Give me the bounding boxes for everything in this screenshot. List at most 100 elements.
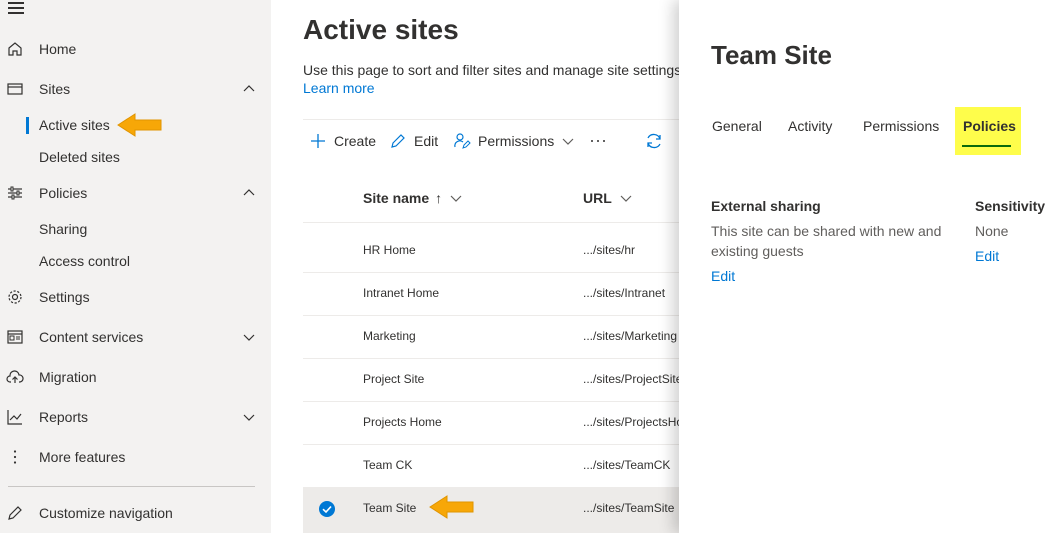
nav-item-label: Reports	[39, 409, 89, 425]
site-name-cell: HR Home	[363, 243, 416, 257]
nav-item-label: Policies	[39, 185, 88, 201]
nav-item-content-services[interactable]: Content services	[0, 321, 271, 353]
sensitivity-value: None	[975, 223, 1009, 239]
url-header-label: URL	[583, 190, 612, 206]
site-name-cell: Team CK	[363, 458, 413, 472]
policies-sliders-icon	[8, 186, 22, 200]
url-cell: .../sites/TeamCK	[583, 458, 671, 472]
nav-item-label: Content services	[39, 329, 144, 345]
learn-more-link[interactable]: Learn more	[303, 80, 375, 96]
annotation-arrow-icon	[117, 113, 162, 137]
site-name-header-label: Site name	[363, 190, 430, 206]
site-name-cell: Projects Home	[363, 415, 442, 429]
tab-activity[interactable]: Activity	[788, 118, 832, 134]
nav-item-label: Sharing	[39, 221, 88, 237]
pencil-icon	[8, 506, 22, 520]
nav-item-label: Access control	[39, 253, 131, 269]
table-row-selected[interactable]: Team Site .../sites/TeamSite	[303, 488, 679, 533]
nav-item-sites[interactable]: Sites	[0, 73, 271, 105]
tab-policies[interactable]: Policies	[963, 118, 1016, 134]
url-cell: .../sites/Intranet	[583, 286, 666, 300]
tab-general[interactable]: General	[712, 118, 762, 134]
page-title: Active sites	[303, 14, 459, 45]
header-divider	[303, 222, 679, 223]
hamburger-menu-icon[interactable]	[8, 2, 24, 14]
nav-item-migration[interactable]: Migration	[0, 361, 271, 393]
pencil-icon	[391, 134, 405, 148]
more-horizontal-icon	[591, 140, 605, 142]
table-row[interactable]: Projects Home .../sites/ProjectsHo	[303, 402, 679, 445]
active-indicator	[26, 117, 29, 134]
content-services-icon	[7, 330, 23, 344]
person-edit-icon	[454, 133, 471, 149]
site-name-cell: Intranet Home	[363, 286, 440, 300]
nav-item-label: Sites	[39, 81, 71, 97]
nav-item-more-features[interactable]: More features	[0, 441, 271, 473]
page-description: Use this page to sort and filter sites a…	[303, 62, 679, 78]
nav-item-label: Home	[39, 41, 77, 57]
more-options-button[interactable]	[589, 128, 607, 154]
table-row[interactable]: Intranet Home .../sites/Intranet	[303, 273, 679, 316]
main-content: Active sites Use this page to sort and f…	[271, 0, 679, 533]
left-navigation: Home Sites Active sites Deleted sites Po…	[0, 0, 271, 533]
table-row[interactable]: HR Home .../sites/hr	[303, 230, 679, 273]
gear-icon	[8, 290, 22, 304]
nav-item-policies[interactable]: Policies	[0, 177, 271, 209]
annotation-arrow-icon	[429, 495, 474, 519]
nav-item-home[interactable]: Home	[0, 33, 271, 65]
tab-permissions[interactable]: Permissions	[863, 118, 939, 134]
table-row[interactable]: Project Site .../sites/ProjectSite	[303, 359, 679, 402]
nav-item-label: More features	[39, 449, 126, 465]
site-details-panel: Team Site General Activity Permissions P…	[679, 0, 1060, 533]
permissions-label: Permissions	[478, 133, 555, 149]
refresh-icon	[647, 133, 661, 149]
home-icon	[8, 42, 22, 56]
external-sharing-edit-link[interactable]: Edit	[711, 268, 735, 284]
table-row[interactable]: Team CK .../sites/TeamCK	[303, 445, 679, 488]
chart-line-icon	[7, 410, 22, 425]
nav-item-customize-navigation[interactable]: Customize navigation	[0, 497, 271, 529]
nav-item-label: Migration	[39, 369, 97, 385]
refresh-button[interactable]	[644, 128, 664, 154]
more-vertical-icon	[13, 450, 17, 464]
nav-item-access-control[interactable]: Access control	[0, 245, 271, 277]
chevron-down-icon[interactable]	[243, 411, 255, 423]
site-name-cell: Team Site	[363, 501, 417, 515]
permissions-button[interactable]: Permissions	[453, 128, 574, 154]
column-header-url[interactable]: URL	[583, 190, 632, 206]
chevron-down-icon[interactable]	[243, 331, 255, 343]
create-button[interactable]: Create	[309, 128, 376, 154]
table-row[interactable]: Marketing .../sites/Marketing	[303, 316, 679, 359]
site-name-cell: Project Site	[363, 372, 425, 386]
nav-item-settings[interactable]: Settings	[0, 281, 271, 313]
nav-item-label: Deleted sites	[39, 149, 120, 165]
url-cell: .../sites/hr	[583, 243, 636, 257]
create-label: Create	[334, 133, 377, 149]
url-cell: .../sites/ProjectSite	[583, 372, 679, 386]
checkmark-circle-icon[interactable]	[318, 500, 336, 518]
nav-item-sharing[interactable]: Sharing	[0, 213, 271, 245]
command-divider	[303, 119, 679, 120]
nav-divider	[8, 486, 255, 487]
nav-item-label: Active sites	[39, 117, 110, 133]
edit-label: Edit	[414, 133, 439, 149]
external-sharing-heading: External sharing	[711, 198, 821, 214]
column-header-site-name[interactable]: Site name ↑	[363, 190, 462, 206]
chevron-down-icon	[450, 195, 462, 202]
panel-title: Team Site	[711, 40, 832, 70]
chevron-up-icon[interactable]	[243, 83, 255, 95]
external-sharing-text: This site can be shared with new and exi…	[711, 223, 942, 259]
chevron-down-icon	[562, 138, 574, 145]
sites-icon	[7, 83, 23, 95]
plus-icon	[311, 134, 325, 148]
edit-button[interactable]: Edit	[389, 128, 438, 154]
nav-item-label: Settings	[39, 289, 90, 305]
url-cell: .../sites/Marketing	[583, 329, 678, 343]
nav-item-deleted-sites[interactable]: Deleted sites	[0, 141, 271, 173]
chevron-up-icon[interactable]	[243, 187, 255, 199]
url-cell: .../sites/TeamSite	[583, 501, 675, 515]
nav-item-label: Customize navigation	[39, 505, 173, 521]
sensitivity-edit-link[interactable]: Edit	[975, 248, 999, 264]
nav-item-reports[interactable]: Reports	[0, 401, 271, 433]
active-tab-underline	[962, 145, 1011, 147]
